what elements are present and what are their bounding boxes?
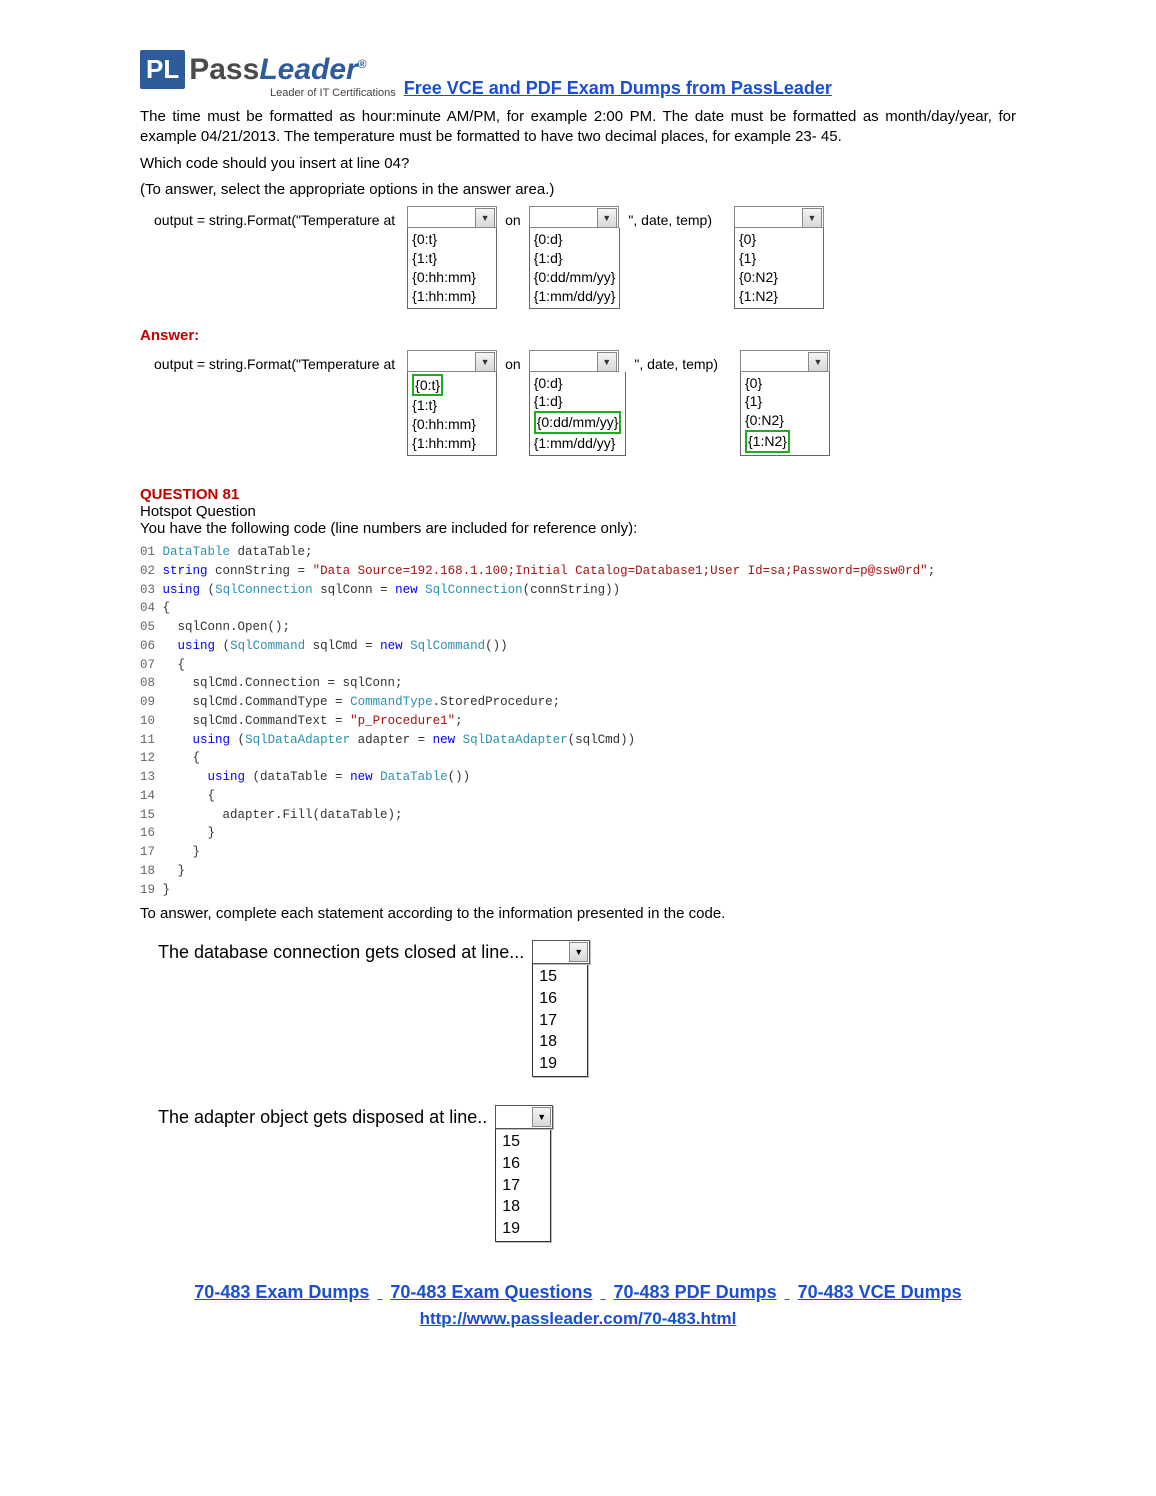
code-block: 01 DataTable dataTable; 02 string connSt… (140, 543, 1016, 899)
dropdown-date-options[interactable]: {0:d} {1:d} {0:dd/mm/yy} {1:mm/dd/yy} (529, 372, 627, 457)
question-type: Hotspot Question (140, 503, 1016, 520)
chevron-down-icon: ▼ (597, 352, 617, 372)
logo: PL PassLeader® (140, 50, 396, 89)
link-pdf-dumps[interactable]: 70-483 PDF Dumps (614, 1282, 777, 1302)
selected-option: {0:t} (412, 374, 443, 397)
selected-option: {1:N2} (745, 430, 790, 453)
tagline: Leader of IT Certifications (270, 87, 396, 99)
selected-option: {0:dd/mm/yy} (534, 411, 622, 434)
dropdown-temp[interactable]: ▼ (734, 206, 824, 228)
chevron-down-icon: ▼ (597, 208, 617, 228)
dropdown-line-1[interactable]: ▼ (532, 940, 590, 964)
chevron-down-icon: ▼ (569, 942, 588, 962)
mid-text: on (501, 350, 525, 372)
chevron-down-icon: ▼ (802, 208, 822, 228)
logo-badge: PL (140, 50, 185, 89)
dropdown-time[interactable]: ▼ (407, 350, 497, 372)
link-exam-dumps[interactable]: 70-483 Exam Dumps (194, 1282, 369, 1302)
question-prompt: You have the following code (line number… (140, 520, 1016, 537)
chevron-down-icon: ▼ (532, 1107, 551, 1127)
statement-text: The database connection gets closed at l… (158, 940, 524, 963)
footer-url[interactable]: http://www.passleader.com/70-483.html (140, 1309, 1016, 1329)
chevron-down-icon: ▼ (475, 208, 495, 228)
question-number: QUESTION 81 (140, 486, 1016, 503)
link-vce-dumps[interactable]: 70-483 VCE Dumps (798, 1282, 962, 1302)
headline-link[interactable]: Free VCE and PDF Exam Dumps from PassLea… (404, 78, 832, 99)
dropdown-date[interactable]: ▼ (529, 350, 619, 372)
statement-text: The adapter object gets disposed at line… (158, 1105, 487, 1128)
intro-instruction: (To answer, select the appropriate optio… (140, 180, 1016, 200)
logo-text: PassLeader® (189, 53, 366, 87)
row-label: output = string.Format("Temperature at (140, 350, 403, 372)
dropdown-time-options[interactable]: {0:t} {1:t} {0:hh:mm} {1:hh:mm} (407, 228, 497, 309)
dropdown-line-1-options[interactable]: 15 16 17 18 19 (532, 964, 588, 1077)
answer-label: Answer: (140, 327, 1016, 344)
row-label: output = string.Format("Temperature at (140, 206, 403, 228)
trail-text: ", date, temp) (624, 206, 716, 228)
format-row-question: output = string.Format("Temperature at ▼… (140, 206, 1016, 309)
intro-question: Which code should you insert at line 04? (140, 154, 1016, 174)
trail-text: ", date, temp) (630, 350, 722, 372)
intro-paragraph: The time must be formatted as hour:minut… (140, 107, 1016, 148)
chevron-down-icon: ▼ (808, 352, 828, 372)
question-instruction: To answer, complete each statement accor… (140, 905, 1016, 922)
footer-links: 70-483 Exam Dumps 70-483 Exam Questions … (140, 1282, 1016, 1303)
chevron-down-icon: ▼ (475, 352, 495, 372)
dropdown-temp-options[interactable]: {0} {1} {0:N2} {1:N2} (734, 228, 824, 309)
hotspot-statement-1: The database connection gets closed at l… (158, 940, 1016, 1077)
dropdown-date[interactable]: ▼ (529, 206, 619, 228)
format-row-answer: output = string.Format("Temperature at ▼… (140, 350, 1016, 457)
mid-text: on (501, 206, 525, 228)
page-header: PL PassLeader® Leader of IT Certificatio… (140, 50, 1016, 99)
dropdown-temp[interactable]: ▼ (740, 350, 830, 372)
dropdown-line-2-options[interactable]: 15 16 17 18 19 (495, 1129, 551, 1242)
link-exam-questions[interactable]: 70-483 Exam Questions (390, 1282, 592, 1302)
dropdown-line-2[interactable]: ▼ (495, 1105, 553, 1129)
dropdown-temp-options[interactable]: {0} {1} {0:N2} {1:N2} (740, 372, 830, 457)
hotspot-statement-2: The adapter object gets disposed at line… (158, 1105, 1016, 1242)
dropdown-time-options[interactable]: {0:t} {1:t} {0:hh:mm} {1:hh:mm} (407, 372, 497, 457)
dropdown-date-options[interactable]: {0:d} {1:d} {0:dd/mm/yy} {1:mm/dd/yy} (529, 228, 621, 309)
dropdown-time[interactable]: ▼ (407, 206, 497, 228)
